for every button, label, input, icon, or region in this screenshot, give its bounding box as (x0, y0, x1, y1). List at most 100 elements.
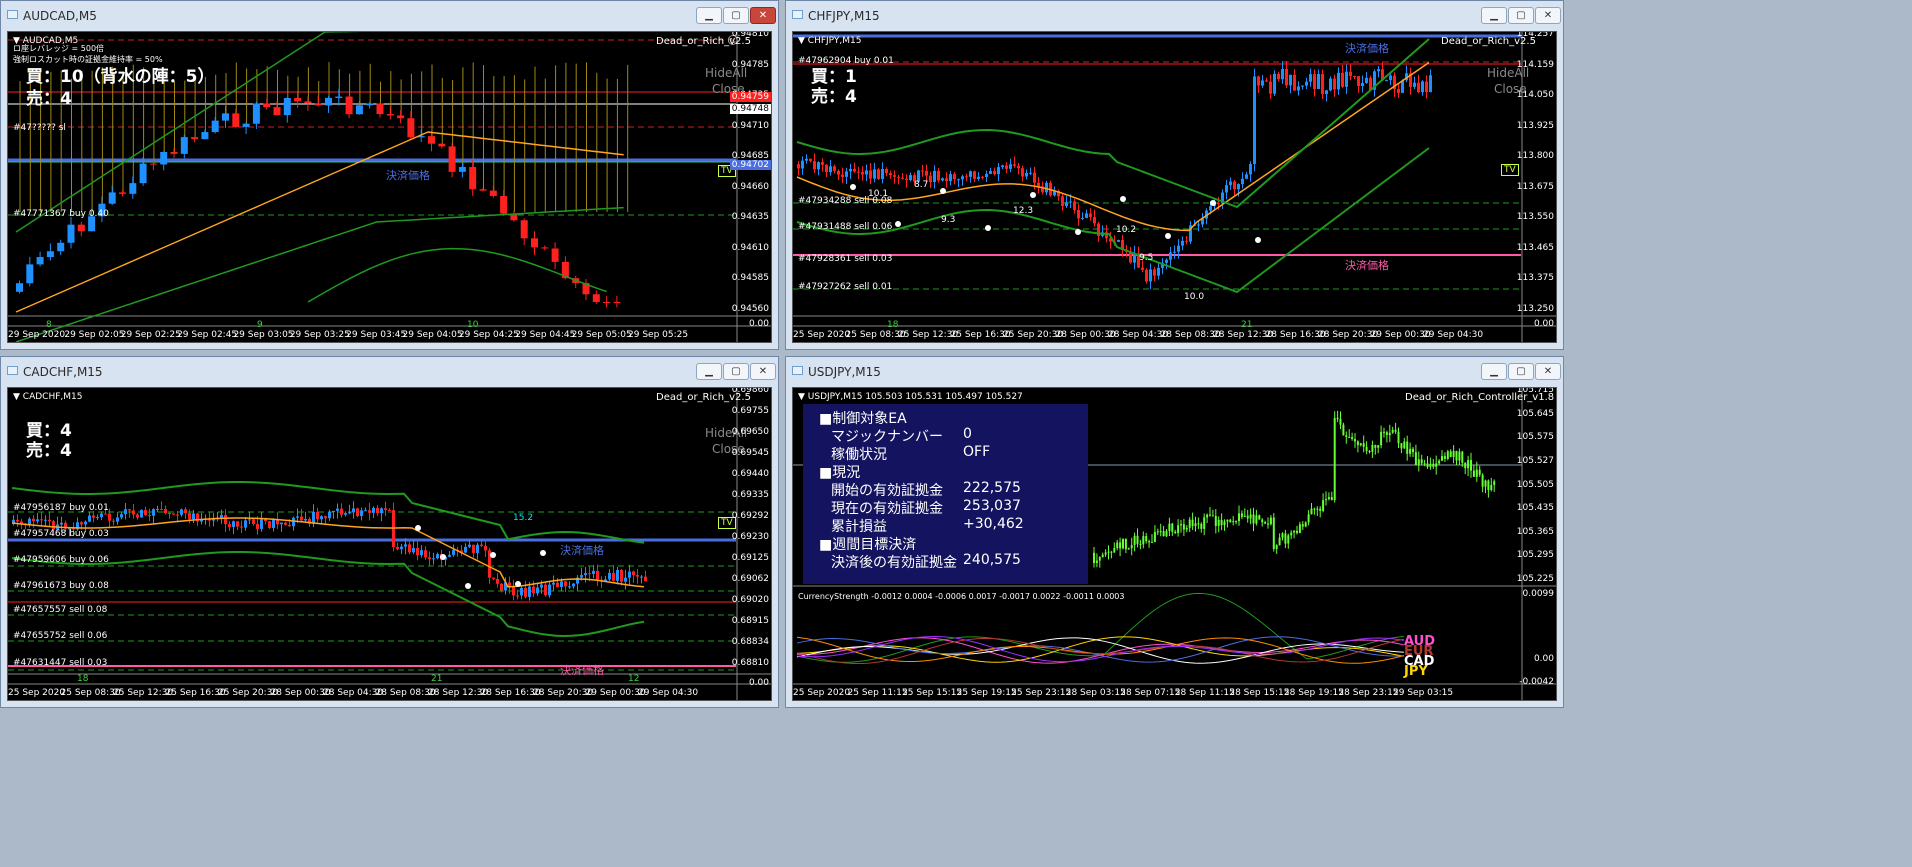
price-tick: 105.505 (1516, 479, 1554, 490)
candle (172, 513, 175, 515)
candle (1388, 432, 1391, 436)
order-marker (1075, 229, 1081, 235)
price-tick: 114.159 (1516, 59, 1554, 70)
candle (821, 162, 824, 165)
maximize-button[interactable]: ▢ (1508, 7, 1534, 24)
candle (1217, 203, 1220, 205)
time-tick: 28 Sep 12:30 (1213, 330, 1274, 340)
candle (407, 118, 415, 138)
window-titlebar[interactable]: CHFJPY,M15 ▁ ▢ ✕ (786, 1, 1563, 31)
price-tick: 0.94785 (731, 59, 769, 70)
candle (88, 515, 91, 522)
candle (552, 582, 555, 585)
chart-area[interactable]: ▼ AUDCAD,M5 ロ座レバレッジ = 500倍 強制ロスカット時の証拠金維… (7, 31, 772, 343)
candle (551, 248, 559, 262)
candle (1182, 524, 1185, 530)
candle (1305, 81, 1308, 86)
window-titlebar[interactable]: CADCHF,M15 ▁ ▢ ✕ (1, 357, 778, 387)
candle (1197, 224, 1200, 226)
candle (1470, 460, 1472, 471)
candle (1275, 545, 1278, 549)
order-label: #47959606 buy 0.06 (13, 555, 109, 565)
chart-window-icon (792, 366, 803, 375)
tv-badge: TV (1501, 164, 1519, 176)
candle (325, 97, 332, 106)
candle (1005, 165, 1008, 169)
candle (324, 516, 327, 519)
candle (1461, 451, 1464, 463)
candle (1385, 80, 1388, 82)
minimize-button[interactable]: ▁ (1481, 7, 1507, 24)
time-tick: 29 Sep 04:30 (1423, 330, 1484, 340)
candle (252, 103, 260, 124)
time-tick: 28 Sep 00:30 (270, 688, 331, 698)
candle (833, 166, 836, 171)
time-tick: 25 Sep 2020 (793, 688, 851, 698)
chart-area[interactable]: ▼ CHFJPY,M15 Dead_or_Rich_v2.5 買：1 売：4 H… (792, 31, 1557, 343)
candle (386, 114, 394, 116)
window-usdjpy[interactable]: USDJPY,M15 ▁ ▢ ✕ ▼ USDJPY,M15 105.503 10… (785, 356, 1564, 708)
candle (1136, 535, 1139, 544)
sell-count: 売：4 (811, 87, 857, 107)
candle (1124, 538, 1127, 550)
minimize-button[interactable]: ▁ (696, 363, 722, 380)
candle (1220, 519, 1223, 526)
candle (941, 178, 944, 181)
candle (36, 519, 39, 522)
candle (624, 577, 627, 582)
maximize-button[interactable]: ▢ (723, 363, 749, 380)
candle (961, 176, 964, 180)
price-tick: 105.715 (1516, 387, 1554, 395)
price-tick: 113.550 (1516, 212, 1554, 223)
candle (531, 238, 538, 248)
order-label: #47657557 sell 0.08 (13, 605, 108, 615)
window-chfjpy[interactable]: CHFJPY,M15 ▁ ▢ ✕ ▼ CHFJPY,M15 Dead_or_Ri… (785, 0, 1564, 350)
window-audcad[interactable]: AUDCAD,M5 ▁ ▢ ✕ ▼ AUDCAD,M5 ロ座レバレッジ = 50… (0, 0, 779, 350)
panel-heading: ■現況 (819, 465, 861, 481)
profit-note: 12.3 (1013, 206, 1034, 216)
candle (1272, 517, 1275, 549)
chart-window-icon (7, 366, 18, 375)
time-tick: 28 Sep 23:15 (1338, 688, 1399, 698)
candle (1339, 418, 1342, 425)
candle (376, 507, 379, 514)
maximize-button[interactable]: ▢ (723, 7, 749, 24)
maximize-button[interactable]: ▢ (1508, 363, 1534, 380)
time-tick: 28 Sep 16:30 (1265, 330, 1326, 340)
price-tick: 0.94710 (731, 120, 769, 131)
close-button[interactable]: ✕ (750, 7, 776, 24)
candle (1403, 441, 1406, 449)
price-tick: 0.94810 (731, 31, 769, 39)
close-button[interactable]: ✕ (1535, 363, 1561, 380)
candle (1400, 443, 1403, 449)
candle (1156, 531, 1159, 533)
time-tick: 28 Sep 03:15 (1065, 688, 1126, 698)
minimize-button[interactable]: ▁ (696, 7, 722, 24)
after-settle-label: 決済後の有効証拠金 (831, 555, 957, 571)
candle (536, 587, 539, 594)
chart-area[interactable]: ▼ CADCHF,M15 Dead_or_Rich_v2.5 買：4 売：4 H… (7, 387, 772, 701)
time-tick: 29 Sep 02:45 (177, 330, 238, 340)
time-tick: 29 Sep 02:25 (120, 330, 181, 340)
window-cadchf[interactable]: CADCHF,M15 ▁ ▢ ✕ ▼ CADCHF,M15 Dead_or_Ri… (0, 356, 779, 708)
close-button[interactable]: ✕ (750, 363, 776, 380)
candle (448, 146, 456, 172)
time-tick: 29 Sep 00:30 (1370, 330, 1431, 340)
window-titlebar[interactable]: USDJPY,M15 ▁ ▢ ✕ (786, 357, 1563, 387)
candle (1435, 463, 1438, 467)
close-button[interactable]: ✕ (1535, 7, 1561, 24)
after-settle-value: 240,575 (963, 552, 1021, 568)
price-tick: 0.69062 (731, 574, 769, 584)
candle (897, 176, 900, 178)
sub-window-tick: 18 (77, 674, 89, 684)
order-marker (940, 188, 946, 194)
candle (1293, 74, 1296, 91)
minimize-button[interactable]: ▁ (1481, 363, 1507, 380)
chart-area[interactable]: ▼ USDJPY,M15 105.503 105.531 105.497 105… (792, 387, 1557, 701)
window-titlebar[interactable]: AUDCAD,M5 ▁ ▢ ✕ (1, 1, 778, 31)
price-tick: 0.69755 (731, 406, 769, 416)
candle (120, 514, 123, 518)
candle (584, 573, 587, 576)
candle (284, 522, 287, 525)
time-tick: 25 Sep 15:15 (902, 688, 963, 698)
